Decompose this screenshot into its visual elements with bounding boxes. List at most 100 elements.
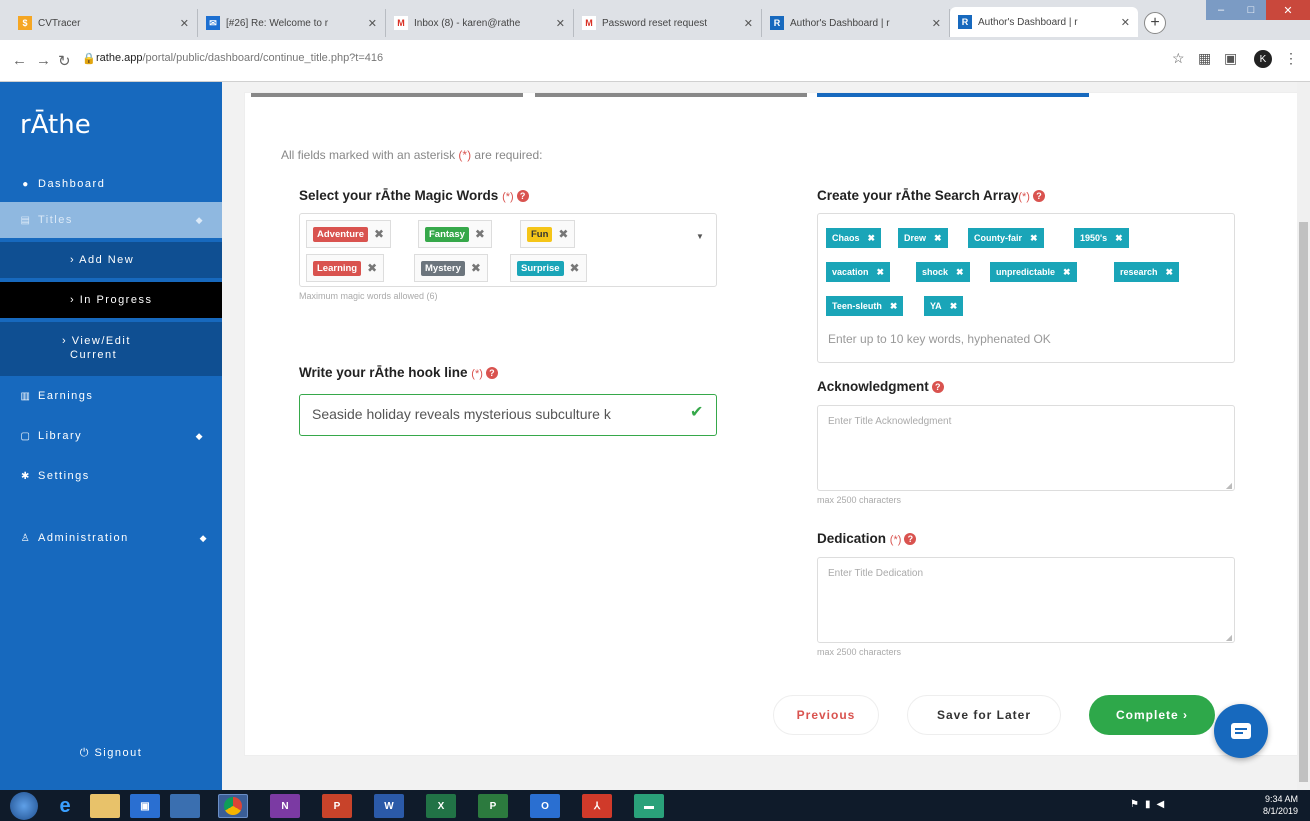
sidebar-item-library[interactable]: ▢ Library ◆ xyxy=(0,426,222,446)
help-icon[interactable]: ? xyxy=(1032,190,1045,202)
dedication-textarea[interactable]: Enter Title Dedication ◢ xyxy=(817,557,1235,643)
close-icon[interactable]: ✕ xyxy=(932,17,941,30)
browser-tab[interactable]: ✉ [#26] Re: Welcome to r ✕ xyxy=(198,9,386,37)
sidebar-item-dashboard[interactable]: ● Dashboard xyxy=(0,174,222,194)
page-scrollbar[interactable] xyxy=(1297,82,1310,790)
profile-avatar[interactable]: K xyxy=(1254,50,1272,68)
keyword-label: shock xyxy=(922,267,949,277)
project-icon[interactable]: P xyxy=(478,794,508,818)
outlook-icon[interactable]: ▣ xyxy=(130,794,160,818)
reload-icon[interactable]: ↻ xyxy=(58,52,71,70)
save-for-later-button[interactable]: Save for Later xyxy=(907,695,1061,735)
keyword-tag: 1950's ✖ xyxy=(1074,228,1129,248)
sidebar-item-settings[interactable]: ✱ Settings xyxy=(0,466,222,486)
hook-line-input[interactable]: Seaside holiday reveals mysterious subcu… xyxy=(299,394,717,436)
menu-icon[interactable]: ⋮ xyxy=(1284,50,1298,67)
remove-icon[interactable]: ✖ xyxy=(1115,233,1123,244)
remove-icon[interactable]: ✖ xyxy=(1166,267,1174,278)
remove-icon[interactable]: ✖ xyxy=(877,267,885,278)
minimize-icon[interactable]: – xyxy=(1206,0,1236,20)
remove-icon[interactable]: ✖ xyxy=(374,227,384,241)
close-icon[interactable]: ✕ xyxy=(1121,16,1130,29)
url-host: rathe.app xyxy=(96,52,143,64)
magic-words-label: Select your rĀthe Magic Words (*)? xyxy=(299,188,529,203)
acrobat-icon[interactable]: ⅄ xyxy=(582,794,612,818)
sidebar-subitem-add-new[interactable]: › Add New xyxy=(0,242,222,278)
help-icon[interactable]: ? xyxy=(516,190,529,202)
signout-button[interactable]: ⏻ Signout xyxy=(0,747,222,760)
url-field[interactable]: rathe.app/portal/public/dashboard/contin… xyxy=(96,52,383,64)
powerpoint-icon[interactable]: P xyxy=(322,794,352,818)
scrollbar-thumb[interactable] xyxy=(1299,222,1308,782)
dedication-hint: max 2500 characters xyxy=(817,647,902,657)
magic-word-tag: Surprise ✖ xyxy=(510,254,587,282)
browser-tab[interactable]: M Password reset request ✕ xyxy=(574,9,762,37)
forward-icon[interactable]: → xyxy=(36,52,51,69)
ie-icon[interactable]: e xyxy=(50,794,80,818)
remove-icon[interactable]: ✖ xyxy=(1030,233,1038,244)
acknowledgment-textarea[interactable]: Enter Title Acknowledgment ◢ xyxy=(817,405,1235,491)
chat-button[interactable] xyxy=(1214,704,1268,758)
help-icon[interactable]: ? xyxy=(485,367,498,379)
bookmark-star-icon[interactable]: ☆ xyxy=(1172,50,1185,67)
app-icon[interactable] xyxy=(170,794,200,818)
explorer-icon[interactable]: ▬ xyxy=(634,794,664,818)
excel-icon[interactable]: X xyxy=(426,794,456,818)
remove-icon[interactable]: ✖ xyxy=(1063,267,1071,278)
start-button[interactable] xyxy=(10,792,38,820)
extension-icon[interactable]: ▦ xyxy=(1198,50,1211,67)
network-icon[interactable]: ▮ xyxy=(1145,799,1157,810)
field-label-text: Write your rĀthe hook line xyxy=(299,365,468,380)
previous-button[interactable]: Previous xyxy=(773,695,879,735)
chevron-down-icon[interactable]: ▼ xyxy=(696,232,704,241)
flag-icon[interactable]: ⚑ xyxy=(1130,799,1145,810)
extension-icon[interactable]: ▣ xyxy=(1224,50,1237,67)
sidebar-item-earnings[interactable]: ▥ Earnings xyxy=(0,386,222,406)
close-icon[interactable]: ✕ xyxy=(368,17,377,30)
close-icon[interactable]: ✕ xyxy=(556,17,565,30)
remove-icon[interactable]: ✖ xyxy=(956,267,964,278)
word-icon[interactable]: W xyxy=(374,794,404,818)
keyword-tag: research ✖ xyxy=(1114,262,1180,282)
resize-grip-icon[interactable]: ◢ xyxy=(1226,481,1232,490)
close-icon[interactable]: ✕ xyxy=(744,17,753,30)
resize-grip-icon[interactable]: ◢ xyxy=(1226,633,1232,642)
keyword-entry[interactable]: Enter up to 10 key words, hyphenated OK xyxy=(828,332,1051,346)
sidebar-item-administration[interactable]: ♙ Administration ◆ xyxy=(0,528,222,548)
remove-icon[interactable]: ✖ xyxy=(570,261,580,275)
browser-tab[interactable]: R Author's Dashboard | r ✕ xyxy=(762,9,950,37)
clock-time: 9:34 AM xyxy=(1264,794,1298,804)
remove-icon[interactable]: ✖ xyxy=(950,301,958,312)
remove-icon[interactable]: ✖ xyxy=(475,227,485,241)
maximize-icon[interactable]: □ xyxy=(1236,0,1266,20)
back-icon[interactable]: ← xyxy=(12,52,27,69)
onenote-icon[interactable]: N xyxy=(270,794,300,818)
close-window-icon[interactable]: ✕ xyxy=(1266,0,1310,20)
remove-icon[interactable]: ✖ xyxy=(868,233,876,244)
new-tab-button[interactable]: + xyxy=(1144,12,1166,34)
browser-tab[interactable]: M Inbox (8) - karen@rathe ✕ xyxy=(386,9,574,37)
remove-icon[interactable]: ✖ xyxy=(890,301,898,312)
sidebar-subitem-in-progress[interactable]: › In Progress xyxy=(0,282,222,318)
folder-icon[interactable] xyxy=(90,794,120,818)
remove-icon[interactable]: ✖ xyxy=(471,261,481,275)
browser-tab-active[interactable]: R Author's Dashboard | r ✕ xyxy=(950,7,1138,37)
help-icon[interactable]: ? xyxy=(904,533,917,545)
app-logo[interactable]: rĀthe xyxy=(20,110,91,140)
sidebar-item-titles[interactable]: ▤ Titles ◆ xyxy=(0,202,222,238)
browser-tab[interactable]: $ CVTracer ✕ xyxy=(10,9,198,37)
remove-icon[interactable]: ✖ xyxy=(558,227,568,241)
complete-button[interactable]: Complete › xyxy=(1089,695,1215,735)
magic-words-select[interactable]: Adventure ✖ Fantasy ✖ Fun ✖ Learning ✖ Myste… xyxy=(299,213,717,287)
magic-word-label: Surprise xyxy=(517,260,564,276)
outlook-icon[interactable]: O xyxy=(530,794,560,818)
remove-icon[interactable]: ✖ xyxy=(367,261,377,275)
chrome-icon[interactable] xyxy=(218,794,248,818)
help-icon[interactable]: ? xyxy=(931,381,944,393)
volume-icon[interactable]: ◀ xyxy=(1156,799,1170,810)
close-icon[interactable]: ✕ xyxy=(180,17,189,30)
remove-icon[interactable]: ✖ xyxy=(934,233,942,244)
sidebar-subitem-view-edit[interactable]: › View/Edit Current xyxy=(0,322,222,376)
search-array-input[interactable]: Chaos ✖ Drew ✖ County-fair ✖ 1950's ✖ vacati… xyxy=(817,213,1235,363)
clock[interactable]: 9:34 AM 8/1/2019 xyxy=(1263,793,1298,817)
